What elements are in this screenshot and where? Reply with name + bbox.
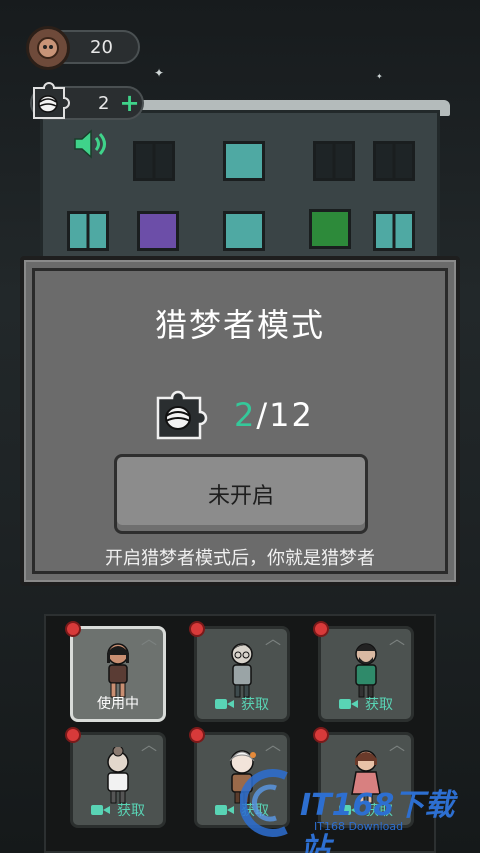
character-card[interactable]: ︿ 获取 [65, 727, 166, 828]
obtain-label: 获取 [241, 697, 269, 713]
chevron-up-icon: ︿ [388, 629, 405, 648]
window [313, 141, 355, 181]
window [373, 141, 415, 181]
obtain-by-video-button[interactable]: 获取 [329, 693, 403, 715]
chevron-up-icon: ︿ [140, 735, 157, 754]
notification-dot [313, 727, 329, 743]
notification-dot [189, 727, 205, 743]
watermark-subtext: IT168 Download [314, 820, 404, 833]
chevron-up-icon: ︿ [264, 629, 281, 648]
progress-current: 2 [234, 396, 257, 434]
window [223, 211, 265, 251]
video-icon [91, 803, 111, 817]
window [373, 211, 415, 251]
dialog-title: 猎梦者模式 [154, 306, 325, 344]
character-man-beard [355, 643, 377, 698]
dream-piece-counter: 2 + [30, 82, 144, 120]
progress-total: /12 [256, 396, 314, 434]
character-card[interactable]: ︿ 获取 [313, 621, 414, 722]
character-state-label: 使用中 [97, 696, 139, 712]
add-pieces-button[interactable]: + [119, 91, 139, 115]
dialog-description: 开启猎梦者模式后，你就是猎梦者 [105, 548, 375, 569]
notification-dot [65, 727, 81, 743]
character-card[interactable]: ︿ 使用中 [65, 621, 166, 722]
piece-progress: 2/12 [150, 386, 314, 444]
watermark-text: IT168下载站 [300, 788, 455, 853]
star-icon: ✦ [154, 66, 165, 80]
coin-counter: 20 [26, 26, 140, 70]
character-woman-bun [107, 747, 129, 804]
video-icon [215, 803, 235, 817]
window [67, 211, 109, 251]
coin-value: 20 [90, 36, 113, 58]
puzzle-piece-icon [156, 390, 208, 440]
dream-hunter-mode-dialog: 猎梦者模式 2/12 未开启 开启猎梦者模式后，你就是猎梦者 [20, 256, 460, 586]
obtain-label: 获取 [365, 697, 393, 713]
notification-dot [189, 621, 205, 637]
obtain-by-video-button[interactable]: 获取 [205, 693, 279, 715]
window [133, 141, 175, 181]
piece-value: 2 [98, 92, 110, 114]
chevron-up-icon: ︿ [388, 735, 405, 754]
character-girl-dark-hair [107, 643, 129, 698]
progress-text: 2/12 [234, 396, 314, 434]
window-purple[interactable] [137, 211, 179, 251]
video-icon [215, 697, 235, 711]
window-green[interactable] [309, 209, 351, 249]
mode-status-button[interactable]: 未开启 [114, 454, 368, 534]
notification-dot [313, 621, 329, 637]
it168-watermark: IT168下载站 IT168 Download [240, 768, 470, 853]
obtain-label: 获取 [117, 803, 145, 819]
chevron-up-icon: ︿ [140, 629, 157, 648]
coin-icon [26, 26, 70, 70]
puzzle-piece-icon [33, 82, 70, 119]
notification-dot [65, 621, 81, 637]
obtain-by-video-button[interactable]: 获取 [81, 799, 155, 821]
star-icon: ✦ [376, 72, 383, 81]
chevron-up-icon: ︿ [264, 735, 281, 754]
video-icon [339, 697, 359, 711]
window [223, 141, 265, 181]
character-boy-glasses [231, 643, 253, 698]
character-card[interactable]: ︿ 获取 [189, 621, 290, 722]
watermark-logo-icon [240, 769, 288, 837]
speaker-icon[interactable] [72, 128, 108, 160]
